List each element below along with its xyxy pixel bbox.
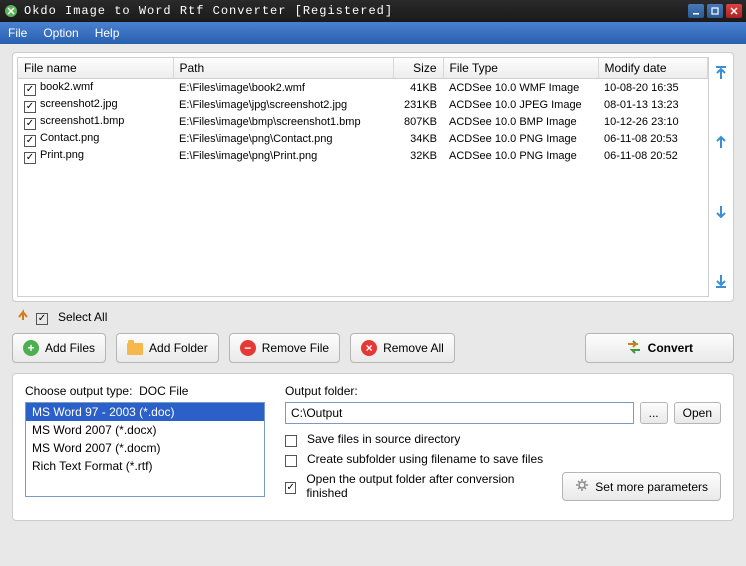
add-folder-button[interactable]: Add Folder: [116, 333, 219, 363]
minimize-button[interactable]: [688, 4, 704, 18]
create-subfolder-checkbox[interactable]: [285, 455, 297, 467]
col-path[interactable]: Path: [173, 58, 393, 79]
set-more-parameters-button[interactable]: Set more parameters: [562, 472, 721, 501]
save-in-source-label[interactable]: Save files in source directory: [307, 432, 460, 446]
file-table[interactable]: File name Path Size File Type Modify dat…: [17, 57, 709, 297]
output-folder-label: Output folder:: [285, 384, 721, 398]
col-type[interactable]: File Type: [443, 58, 598, 79]
open-button[interactable]: Open: [674, 402, 721, 424]
output-type-current: DOC File: [139, 384, 188, 398]
output-type-label: Choose output type:: [25, 384, 132, 398]
menubar: File Option Help: [0, 22, 746, 44]
open-after-label[interactable]: Open the output folder after conversion …: [306, 472, 542, 500]
move-bottom-button[interactable]: [713, 273, 729, 289]
table-row[interactable]: screenshot1.bmpE:\Files\image\bmp\screen…: [18, 113, 708, 130]
row-checkbox[interactable]: [24, 135, 36, 147]
row-checkbox[interactable]: [24, 101, 36, 113]
plus-icon: +: [23, 340, 39, 356]
menu-option[interactable]: Option: [43, 26, 78, 40]
row-checkbox[interactable]: [24, 118, 36, 130]
move-down-button[interactable]: [713, 204, 729, 220]
output-type-option[interactable]: MS Word 2007 (*.docm): [26, 439, 264, 457]
move-up-button[interactable]: [713, 134, 729, 150]
select-all-checkbox[interactable]: [36, 313, 48, 325]
row-checkbox[interactable]: [24, 152, 36, 164]
convert-button[interactable]: Convert: [585, 333, 734, 363]
menu-file[interactable]: File: [8, 26, 27, 40]
output-folder-input[interactable]: [285, 402, 634, 424]
browse-button[interactable]: ...: [640, 402, 668, 424]
folder-icon: [127, 343, 143, 355]
menu-help[interactable]: Help: [95, 26, 120, 40]
table-row[interactable]: book2.wmfE:\Files\image\book2.wmf41KBACD…: [18, 79, 708, 97]
close-button[interactable]: [726, 4, 742, 18]
add-files-button[interactable]: + Add Files: [12, 333, 106, 363]
titlebar-text: Okdo Image to Word Rtf Converter [Regist…: [24, 4, 688, 18]
select-all-label[interactable]: Select All: [58, 310, 107, 324]
open-after-checkbox[interactable]: [285, 482, 296, 494]
table-row[interactable]: Contact.pngE:\Files\image\png\Contact.pn…: [18, 130, 708, 147]
remove-file-button[interactable]: − Remove File: [229, 333, 340, 363]
output-type-listbox[interactable]: MS Word 97 - 2003 (*.doc)MS Word 2007 (*…: [25, 402, 265, 497]
create-subfolder-label[interactable]: Create subfolder using filename to save …: [307, 452, 543, 466]
col-size[interactable]: Size: [393, 58, 443, 79]
settings-panel: Choose output type: DOC File MS Word 97 …: [12, 373, 734, 521]
move-top-button[interactable]: [713, 65, 729, 81]
up-arrow-icon: [16, 308, 30, 325]
app-icon: [4, 4, 18, 18]
output-type-option[interactable]: MS Word 97 - 2003 (*.doc): [26, 403, 264, 421]
save-in-source-checkbox[interactable]: [285, 435, 297, 447]
table-row[interactable]: screenshot2.jpgE:\Files\image\jpg\screen…: [18, 96, 708, 113]
table-row[interactable]: Print.pngE:\Files\image\png\Print.png32K…: [18, 147, 708, 164]
gear-icon: [575, 478, 589, 495]
col-filename[interactable]: File name: [18, 58, 173, 79]
col-modify[interactable]: Modify date: [598, 58, 708, 79]
row-checkbox[interactable]: [24, 84, 36, 96]
remove-all-button[interactable]: × Remove All: [350, 333, 455, 363]
output-type-option[interactable]: MS Word 2007 (*.docx): [26, 421, 264, 439]
file-list-panel: File name Path Size File Type Modify dat…: [12, 52, 734, 302]
maximize-button[interactable]: [707, 4, 723, 18]
x-icon: ×: [361, 340, 377, 356]
convert-icon: [626, 339, 642, 358]
output-type-option[interactable]: Rich Text Format (*.rtf): [26, 457, 264, 475]
minus-icon: −: [240, 340, 256, 356]
titlebar: Okdo Image to Word Rtf Converter [Regist…: [0, 0, 746, 22]
